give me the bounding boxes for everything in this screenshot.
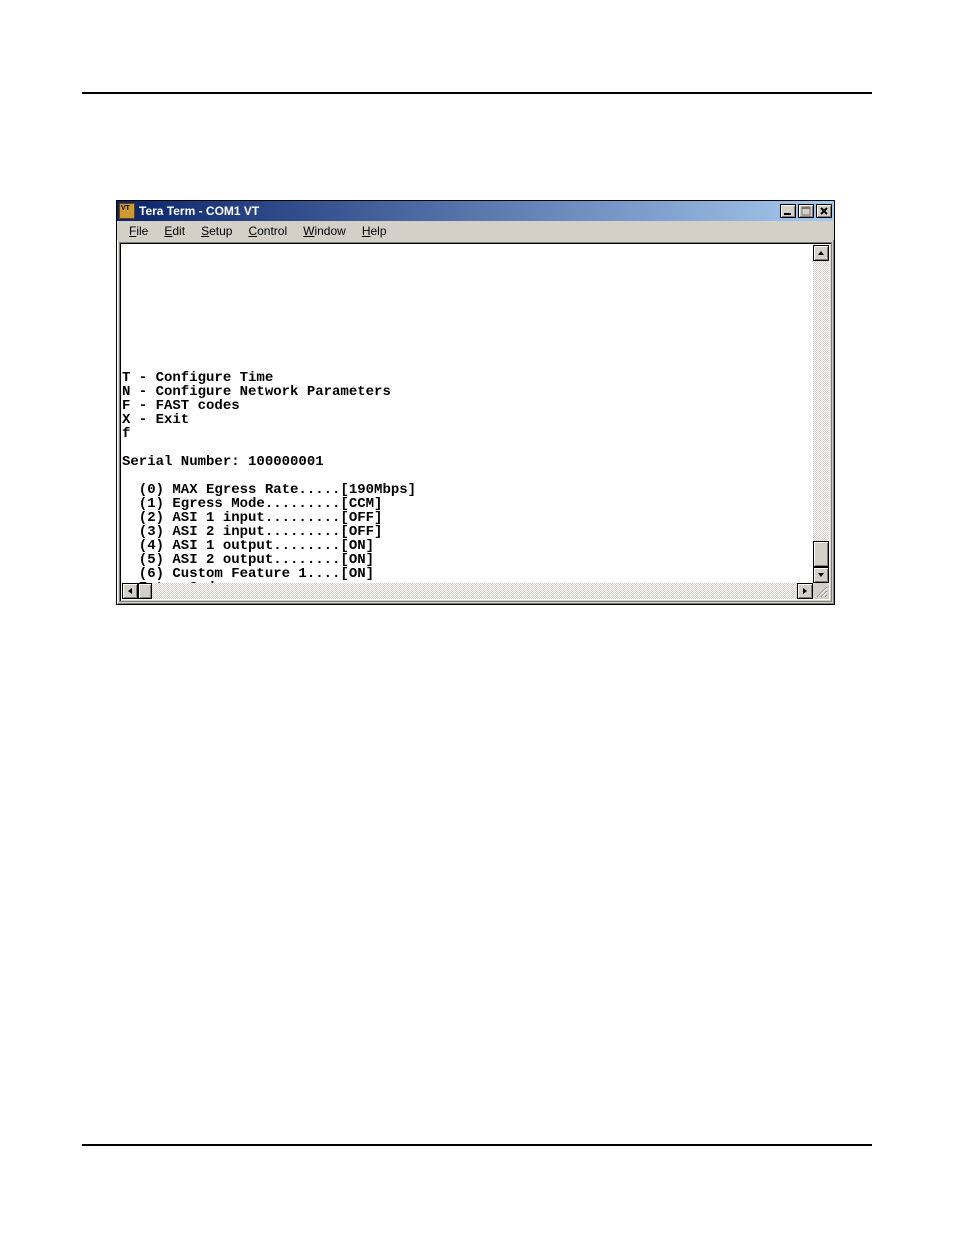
maximize-button[interactable]	[798, 204, 814, 218]
menu-file[interactable]: File	[121, 223, 156, 239]
menu-window-rest: indow	[314, 224, 345, 238]
scroll-down-button[interactable]	[813, 567, 829, 583]
titlebar[interactable]: Tera Term - COM1 VT	[117, 201, 834, 221]
triangle-right-icon	[801, 587, 809, 595]
close-icon	[819, 206, 829, 216]
horizontal-scroll-thumb[interactable]	[138, 583, 152, 599]
minimize-icon	[783, 206, 793, 216]
terminal-text[interactable]: T - Configure Time N - Configure Network…	[122, 245, 813, 583]
horizontal-scrollbar[interactable]	[122, 583, 813, 599]
page-top-rule	[82, 92, 872, 94]
minimize-button[interactable]	[780, 204, 796, 218]
menu-help-rest: elp	[371, 224, 387, 238]
horizontal-scroll-track[interactable]	[138, 583, 797, 599]
menu-setup-rest: etup	[209, 224, 232, 238]
menu-control-rest: ontrol	[257, 224, 287, 238]
triangle-left-icon	[126, 587, 134, 595]
resize-grip-icon	[814, 584, 828, 598]
page-bottom-rule	[82, 1144, 872, 1146]
menu-file-rest: ile	[136, 224, 148, 238]
menu-edit[interactable]: Edit	[156, 223, 193, 239]
menu-edit-rest: dit	[172, 224, 185, 238]
menu-setup[interactable]: Setup	[193, 223, 240, 239]
menu-window[interactable]: Window	[295, 223, 354, 239]
terminal-window: Tera Term - COM1 VT File Edit Setup Cont…	[116, 200, 835, 605]
vertical-scroll-track[interactable]	[813, 261, 829, 567]
resize-grip[interactable]	[813, 583, 829, 599]
triangle-down-icon	[817, 571, 825, 579]
vertical-scroll-thumb[interactable]	[813, 541, 829, 567]
scroll-up-button[interactable]	[813, 245, 829, 261]
menu-control[interactable]: Control	[240, 223, 295, 239]
scroll-right-button[interactable]	[797, 583, 813, 599]
triangle-up-icon	[817, 249, 825, 257]
vertical-scrollbar[interactable]	[813, 245, 829, 583]
client-area: T - Configure Time N - Configure Network…	[119, 242, 832, 602]
maximize-icon	[801, 206, 811, 216]
menu-help[interactable]: Help	[354, 223, 395, 239]
page: Tera Term - COM1 VT File Edit Setup Cont…	[0, 0, 954, 1235]
terminal-viewport[interactable]: T - Configure Time N - Configure Network…	[122, 245, 813, 583]
app-icon	[119, 203, 135, 219]
menu-bar: File Edit Setup Control Window Help	[117, 221, 834, 240]
window-title: Tera Term - COM1 VT	[139, 204, 259, 218]
close-button[interactable]	[816, 204, 832, 218]
scroll-left-button[interactable]	[122, 583, 138, 599]
